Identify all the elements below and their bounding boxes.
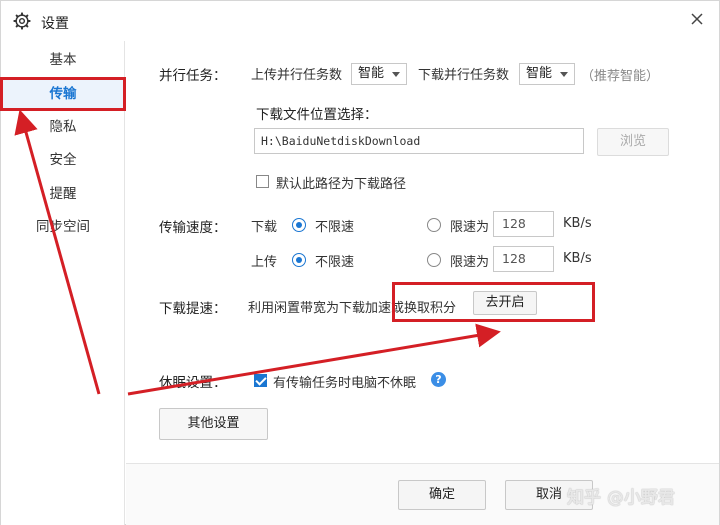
upload-limit-input[interactable]: 128 (493, 246, 554, 272)
upload-unlimited-label: 不限速 (315, 255, 355, 270)
sidebar-item-privacy[interactable]: 隐私 (1, 112, 125, 142)
default-path-checkbox[interactable] (256, 175, 269, 188)
recommend-hint: （推荐智能） (581, 69, 660, 84)
download-parallel-select[interactable]: 智能 (519, 63, 575, 85)
download-limit-radio[interactable] (427, 218, 441, 232)
upload-parallel-value: 智能 (358, 66, 385, 81)
download-unlimited-radio[interactable] (292, 218, 306, 232)
parallel-tasks-label: 并行任务： (159, 68, 227, 84)
sidebar-item-basic[interactable]: 基本 (1, 45, 125, 75)
download-limit-unit: KB/s (563, 216, 592, 231)
sleep-settings-label: 休眠设置： (159, 375, 227, 391)
upload-parallel-label: 上传并行任务数 (251, 68, 343, 83)
transfer-speed-label: 传输速度： (159, 220, 227, 236)
window-title: 设置 (41, 16, 69, 32)
download-parallel-value: 智能 (526, 66, 553, 81)
ok-button[interactable]: 确定 (398, 480, 486, 510)
upload-limit-unit: KB/s (563, 251, 592, 266)
chevron-down-icon (392, 72, 400, 77)
watermark: 知乎 @小野君 (567, 488, 675, 508)
default-path-label: 默认此路径为下载路径 (276, 177, 407, 192)
no-sleep-checkbox[interactable] (254, 374, 267, 387)
download-parallel-label: 下载并行任务数 (418, 68, 510, 83)
upload-limit-label: 限速为 (450, 255, 490, 270)
upload-parallel-select[interactable]: 智能 (351, 63, 407, 85)
download-limit-label: 限速为 (450, 220, 490, 235)
download-path-input[interactable]: H:\BaiduNetdiskDownload (254, 128, 584, 154)
close-icon (691, 13, 703, 25)
title-bar: 设置 (1, 1, 719, 41)
highlight-enable-boost (392, 282, 595, 322)
sidebar-item-reminder[interactable]: 提醒 (1, 179, 125, 209)
upload-limit-radio[interactable] (427, 253, 441, 267)
gear-icon (13, 12, 31, 30)
other-settings-button[interactable]: 其他设置 (159, 408, 268, 440)
download-speed-label: 下载 (251, 220, 278, 235)
download-location-label: 下载文件位置选择： (256, 107, 378, 123)
browse-button[interactable]: 浏览 (597, 128, 669, 156)
highlight-transfer-tab (0, 77, 126, 111)
settings-sidebar: 基本 传输 隐私 安全 提醒 同步空间 (1, 41, 125, 525)
sidebar-item-security[interactable]: 安全 (1, 145, 125, 175)
close-button[interactable] (685, 7, 709, 31)
transfer-settings-panel: 并行任务： 上传并行任务数 智能 下载并行任务数 智能 （推荐智能） 下载文件位… (126, 41, 719, 463)
help-icon[interactable]: ? (431, 372, 446, 387)
chevron-down-icon (560, 72, 568, 77)
no-sleep-label: 有传输任务时电脑不休眠 (273, 376, 417, 391)
upload-unlimited-radio[interactable] (292, 253, 306, 267)
upload-speed-label: 上传 (251, 255, 278, 270)
download-unlimited-label: 不限速 (315, 220, 355, 235)
download-limit-input[interactable]: 128 (493, 211, 554, 237)
sidebar-item-sync-space[interactable]: 同步空间 (1, 212, 125, 242)
download-boost-label: 下载提速： (159, 301, 227, 317)
